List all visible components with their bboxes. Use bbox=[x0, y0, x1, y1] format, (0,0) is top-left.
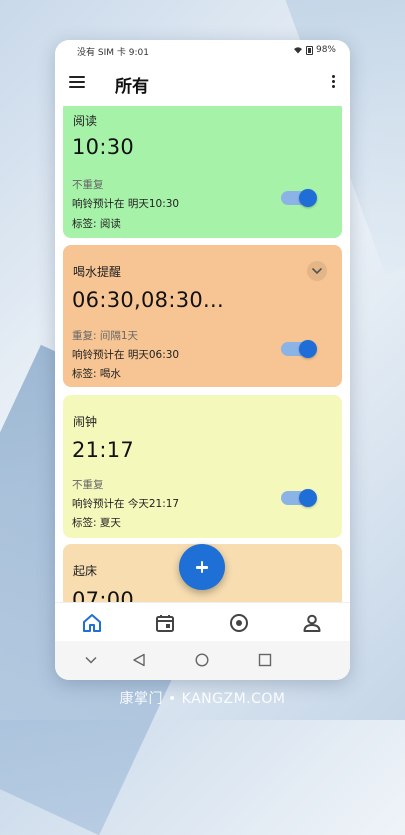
home-icon[interactable] bbox=[81, 612, 103, 634]
alarm-next-ring: 响铃预计在 明天06:30 bbox=[72, 349, 180, 361]
recents-icon[interactable] bbox=[258, 653, 272, 667]
alarm-name: 阅读 bbox=[73, 114, 98, 128]
system-navigation-bar bbox=[55, 640, 350, 680]
alarm-tag: 标签: 阅读 bbox=[72, 218, 121, 230]
clock-icon[interactable] bbox=[228, 612, 250, 634]
alarm-tag: 标签: 夏天 bbox=[72, 517, 121, 529]
back-icon[interactable] bbox=[132, 653, 146, 667]
collapse-icon[interactable] bbox=[85, 656, 97, 664]
bottom-navigation bbox=[55, 602, 350, 641]
alarm-card[interactable]: 喝水提醒 06:30,08:30... 重复: 间隔1天 响铃预计在 明天06:… bbox=[63, 245, 342, 387]
chevron-down-icon[interactable] bbox=[307, 261, 327, 281]
alarm-next-ring: 响铃预计在 明天10:30 bbox=[72, 198, 180, 210]
home-button-icon[interactable] bbox=[195, 653, 209, 667]
alarm-time: 07:00 bbox=[72, 588, 135, 602]
profile-icon[interactable] bbox=[301, 612, 323, 634]
alarm-time: 06:30,08:30... bbox=[72, 288, 224, 312]
alarm-toggle[interactable] bbox=[281, 489, 317, 507]
phone-screen: 没有 SIM 卡 9:01 98% 所有 阅读 10:30 不重复 响铃预计在 … bbox=[55, 40, 350, 680]
status-carrier-time: 没有 SIM 卡 9:01 bbox=[77, 48, 149, 58]
more-options-icon[interactable] bbox=[332, 75, 336, 90]
alarm-card[interactable]: 闹钟 21:17 不重复 响铃预计在 今天21:17 标签: 夏天 bbox=[63, 395, 342, 538]
status-bar: 没有 SIM 卡 9:01 98% bbox=[55, 40, 350, 60]
alarm-name: 喝水提醒 bbox=[73, 265, 122, 279]
app-bar: 所有 bbox=[55, 60, 350, 106]
alarm-name: 闹钟 bbox=[73, 415, 98, 429]
alarm-card[interactable]: 阅读 10:30 不重复 响铃预计在 明天10:30 标签: 阅读 bbox=[63, 106, 342, 238]
alarm-tag: 标签: 喝水 bbox=[72, 368, 121, 380]
alarm-repeat: 不重复 bbox=[72, 479, 104, 491]
alarm-repeat: 不重复 bbox=[72, 179, 104, 191]
calendar-icon[interactable] bbox=[154, 612, 176, 634]
alarm-name: 起床 bbox=[73, 564, 98, 578]
alarm-repeat: 重复: 间隔1天 bbox=[72, 330, 139, 342]
menu-icon[interactable] bbox=[69, 76, 85, 88]
alarm-time: 10:30 bbox=[72, 135, 135, 159]
page-title: 所有 bbox=[115, 77, 149, 97]
alarm-toggle[interactable] bbox=[281, 189, 317, 207]
battery-icon bbox=[305, 45, 313, 55]
wifi-icon bbox=[293, 47, 302, 54]
add-alarm-button[interactable] bbox=[179, 544, 225, 590]
watermark: 康掌门 • KANGZM.COM bbox=[119, 691, 286, 707]
alarm-list[interactable]: 阅读 10:30 不重复 响铃预计在 明天10:30 标签: 阅读 喝水提醒 0… bbox=[55, 106, 350, 602]
battery-level: 98% bbox=[315, 45, 336, 55]
alarm-toggle[interactable] bbox=[281, 340, 317, 358]
alarm-time: 21:17 bbox=[72, 438, 135, 462]
alarm-next-ring: 响铃预计在 今天21:17 bbox=[72, 498, 180, 510]
